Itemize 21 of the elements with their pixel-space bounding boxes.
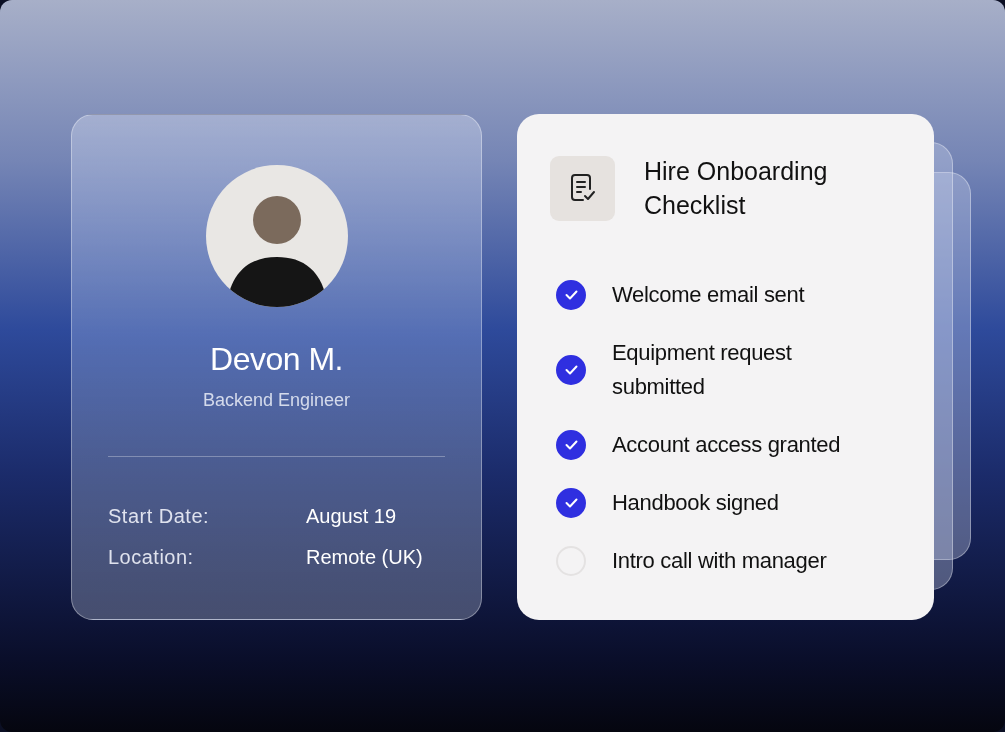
- checked-checkbox[interactable]: [556, 430, 586, 460]
- detail-value: August 19: [306, 505, 398, 528]
- checked-checkbox[interactable]: [556, 488, 586, 518]
- check-icon: [564, 440, 578, 450]
- employee-name: Devon M.: [210, 341, 343, 378]
- detail-label: Start Date:: [108, 505, 211, 528]
- checklist-title: Hire Onboarding Checklist: [644, 156, 829, 221]
- check-icon: [564, 498, 578, 508]
- checklist-item-label: Welcome email sent: [612, 281, 805, 309]
- checklist-item-label: Handbook signed: [612, 489, 779, 517]
- checked-checkbox[interactable]: [556, 355, 586, 385]
- check-icon: [564, 290, 578, 300]
- checklist-item-label: Equipment request submitted: [612, 339, 793, 401]
- employee-role: Backend Engineer: [202, 390, 351, 411]
- checklist-icon: [550, 155, 615, 221]
- check-icon: [564, 365, 578, 375]
- checklist-item-label: Intro call with manager: [612, 547, 827, 575]
- detail-label: Location:: [108, 546, 195, 569]
- detail-value: Remote (UK): [306, 546, 424, 569]
- checked-checkbox[interactable]: [556, 280, 586, 310]
- checklist-item-label: Account access granted: [612, 431, 841, 459]
